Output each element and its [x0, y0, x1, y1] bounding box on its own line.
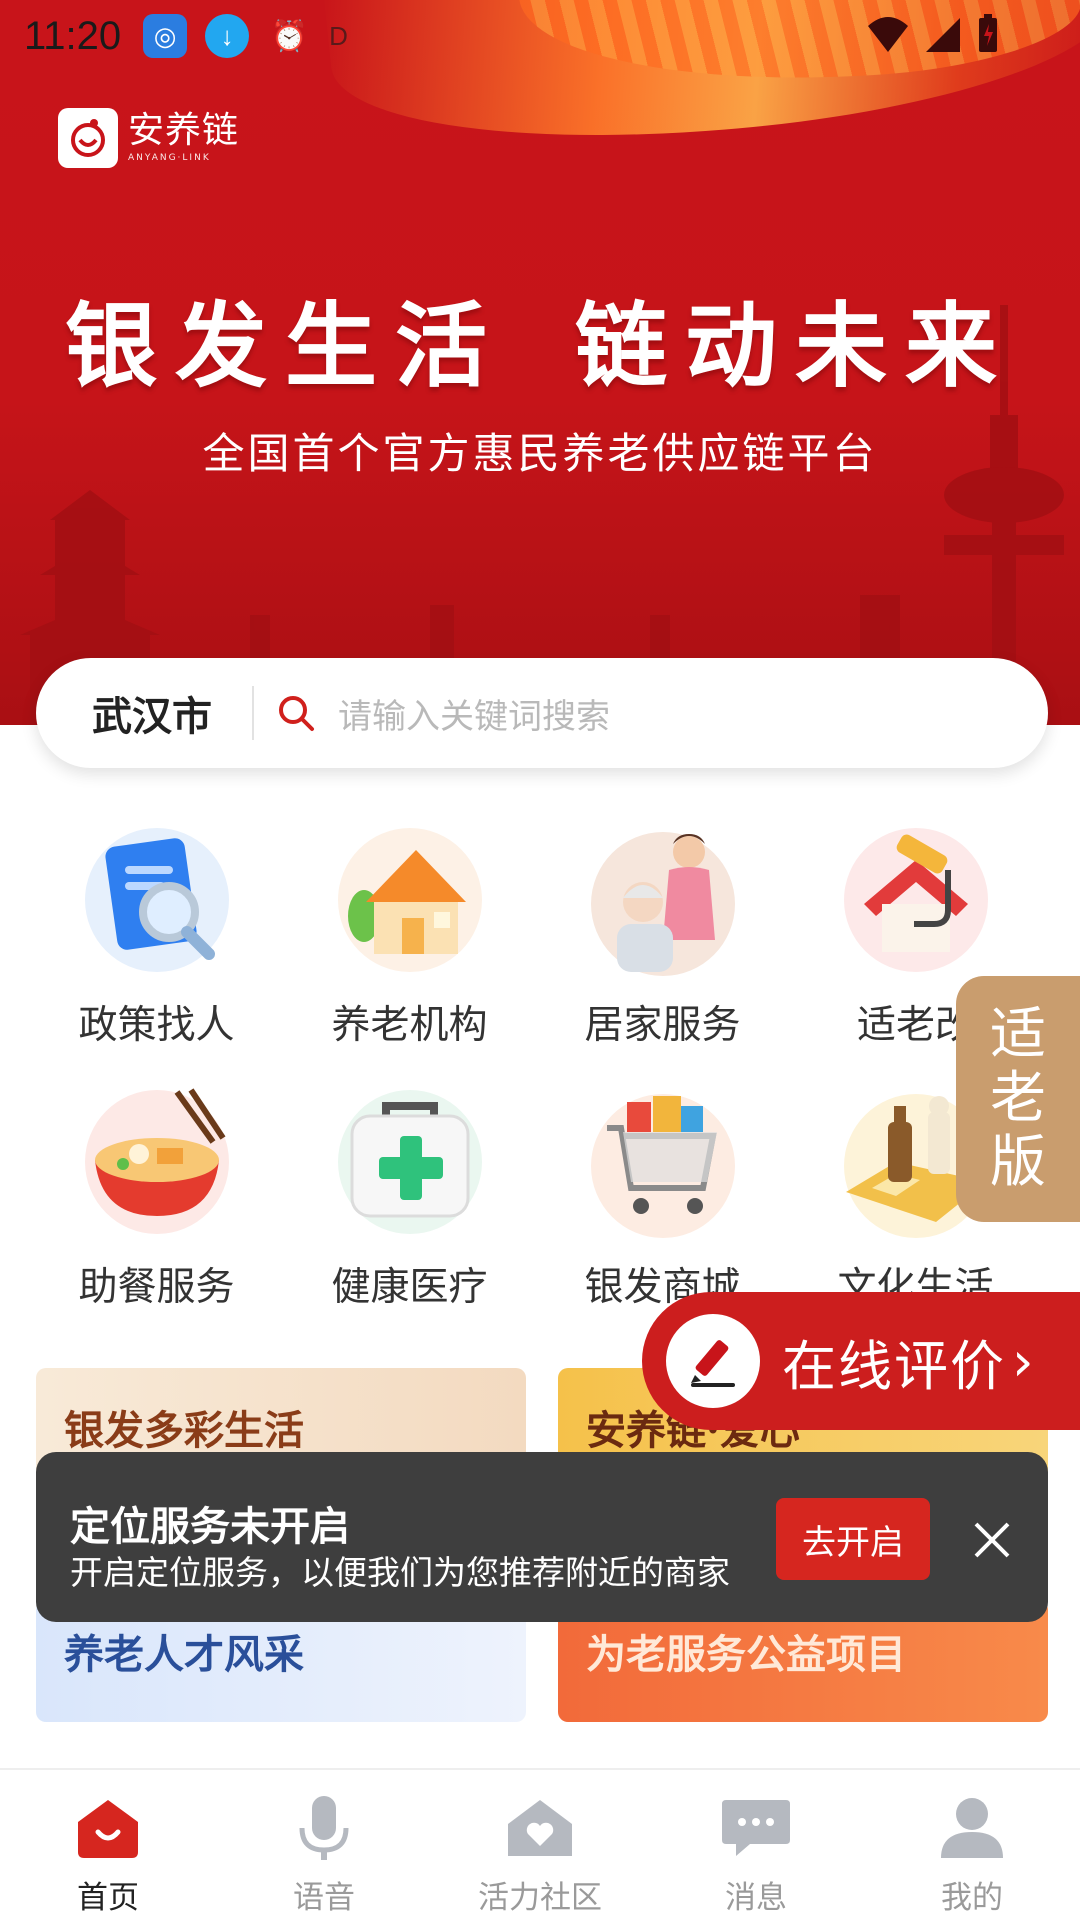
- elder-tab-char: 适: [990, 1002, 1046, 1067]
- tab-label: 消息: [725, 1880, 787, 1916]
- signal-icon: [926, 18, 960, 52]
- status-letter: D: [329, 20, 348, 51]
- document-search-icon: [77, 820, 237, 980]
- first-aid-kit-icon: [330, 1082, 490, 1242]
- tab-label: 我的: [941, 1880, 1003, 1916]
- wifi-icon: [868, 17, 908, 52]
- tab-label: 活力社区: [478, 1880, 602, 1916]
- toast-description: 开启定位服务，以便我们为您推荐附近的商家: [70, 1553, 730, 1592]
- category-label: 助餐服务: [78, 1265, 235, 1310]
- location-permission-toast: 定位服务未开启 开启定位服务，以便我们为您推荐附近的商家 去开启: [36, 1452, 1048, 1622]
- microphone-icon: [288, 1792, 360, 1864]
- close-icon[interactable]: [970, 1518, 1014, 1562]
- tab-community[interactable]: 活力社区: [432, 1770, 648, 1922]
- home-renovation-icon: [836, 820, 996, 980]
- hero-slogan: 银发生活 链动未来: [0, 272, 1080, 405]
- community-icon: [504, 1792, 576, 1864]
- city-selector[interactable]: 武汉市: [92, 684, 242, 742]
- category-label: 政策找人: [78, 1003, 235, 1048]
- online-review-button[interactable]: 在线评价 ›: [642, 1292, 1080, 1430]
- tab-home[interactable]: 首页: [0, 1770, 216, 1922]
- search-icon: [279, 696, 314, 731]
- category-meal[interactable]: 助餐服务: [30, 1082, 283, 1312]
- category-policy[interactable]: 政策找人: [30, 820, 283, 1050]
- slogan-right: 链动未来: [575, 292, 1016, 400]
- tab-voice[interactable]: 语音: [216, 1770, 432, 1922]
- tab-label: 首页: [77, 1880, 139, 1916]
- alarm-icon: ⏰: [270, 19, 308, 53]
- hero-subtitle: 全国首个官方惠民养老供应链平台: [202, 429, 878, 478]
- category-mall[interactable]: 银发商城: [536, 1082, 789, 1312]
- toast-title: 定位服务未开启: [70, 1504, 350, 1550]
- battery-icon: [979, 14, 997, 52]
- message-icon: [720, 1792, 792, 1864]
- shopping-cart-icon: [583, 1082, 743, 1242]
- category-institution[interactable]: 养老机构: [283, 820, 536, 1050]
- category-label: 养老机构: [331, 1003, 488, 1048]
- elder-tab-char: 版: [990, 1130, 1046, 1195]
- brand-sub: ANYANG·LINK: [128, 153, 211, 163]
- chevron-right-icon: ›: [1012, 1329, 1034, 1393]
- promo-card-title: 养老人才风采: [64, 1631, 304, 1678]
- brand-name: 安养链: [128, 110, 240, 151]
- house-icon: [330, 820, 490, 980]
- search-input[interactable]: 请输入关键词搜索: [338, 689, 610, 738]
- promo-card-title: 银发多彩生活: [64, 1407, 304, 1454]
- category-home-service[interactable]: 居家服务: [536, 820, 789, 1050]
- caregiver-icon: [583, 820, 743, 980]
- category-medical[interactable]: 健康医疗: [283, 1082, 536, 1312]
- pen-edit-icon: [666, 1314, 760, 1408]
- noodle-bowl-icon: [77, 1082, 237, 1242]
- elder-tab-char: 老: [990, 1066, 1046, 1131]
- tab-messages[interactable]: 消息: [648, 1770, 864, 1922]
- app-logo: 安养链 ANYANG·LINK: [58, 108, 239, 168]
- tab-profile[interactable]: 我的: [864, 1770, 1080, 1922]
- download-icon: ↓: [205, 14, 250, 58]
- watch-app-icon: ◎: [143, 14, 188, 58]
- enable-location-button[interactable]: 去开启: [776, 1498, 930, 1580]
- logo-mark-icon: [58, 108, 118, 168]
- status-time: 11:20: [24, 13, 122, 58]
- tab-label: 语音: [293, 1880, 355, 1916]
- promo-card-title: 为老服务公益项目: [586, 1631, 906, 1678]
- status-bar: 11:20 ◎ ↓ ⏰ D: [0, 0, 1080, 72]
- category-label: 健康医疗: [331, 1265, 488, 1310]
- home-icon: [72, 1792, 144, 1864]
- search-bar[interactable]: 武汉市 请输入关键词搜索: [36, 658, 1048, 768]
- divider: [252, 686, 254, 740]
- category-grid: 政策找人 养老机构 居家服务 适老改 助餐服务 健康医疗 银发商城 文化生活: [30, 820, 1050, 1312]
- user-icon: [936, 1792, 1008, 1864]
- category-label: 居家服务: [584, 1003, 741, 1048]
- bottom-tab-bar: 首页 语音 活力社区 消息 我的: [0, 1768, 1080, 1922]
- slogan-left: 银发生活: [64, 292, 505, 400]
- online-review-label: 在线评价: [782, 1334, 1006, 1398]
- elder-mode-toggle[interactable]: 适 老 版: [956, 976, 1080, 1222]
